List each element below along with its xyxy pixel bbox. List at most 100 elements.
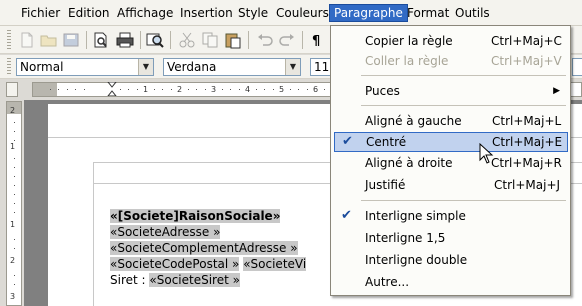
ruler-tick <box>162 89 163 90</box>
indent-marker-icon[interactable] <box>107 82 117 96</box>
document-line-complement[interactable]: «SocieteComplementAdresse » <box>110 240 298 256</box>
undo-icon[interactable] <box>256 31 274 49</box>
menu-item-shortcut: Ctrl+Maj+E <box>492 135 563 149</box>
menu-item-align-left[interactable]: Aligné à gauche Ctrl+Maj+L <box>333 111 568 131</box>
ruler-tick <box>66 89 68 90</box>
ruler-tick <box>136 89 138 90</box>
ruler-tick <box>14 131 15 132</box>
open-folder-icon[interactable] <box>40 31 58 49</box>
chevron-down-icon[interactable]: ▼ <box>138 59 153 75</box>
document-line-siret[interactable]: Siret : «SocieteSiret » <box>110 272 240 288</box>
menu-item-center[interactable]: ✔ Centré Ctrl+Maj+E <box>334 132 568 152</box>
ruler-tick <box>264 89 265 90</box>
menu-outils[interactable]: Outils <box>451 5 494 23</box>
menu-fichier[interactable]: Fichier <box>17 5 64 23</box>
cut-icon[interactable] <box>178 31 196 49</box>
copy-icon[interactable] <box>201 31 219 49</box>
toolbar-grip[interactable] <box>7 58 11 75</box>
ruler-tick <box>289 89 291 90</box>
ruler-number: 4 <box>245 85 251 94</box>
ruler-number: 1 <box>10 142 16 151</box>
menu-edition[interactable]: Edition <box>64 5 114 23</box>
print-preview-icon[interactable] <box>92 31 110 49</box>
ruler-corner[interactable] <box>6 82 18 97</box>
siret-label: Siret : <box>110 273 150 287</box>
menu-item-single-spacing[interactable]: ✔ Interligne simple <box>333 206 568 226</box>
chevron-down-icon[interactable]: ▼ <box>285 59 300 75</box>
find-replace-icon[interactable] <box>146 31 164 49</box>
toolbar-separator <box>140 31 141 49</box>
ruler-tick <box>238 89 240 90</box>
menu-item-label: Aligné à gauche <box>365 114 462 128</box>
ruler-tick <box>196 89 197 90</box>
merge-field-raison-sociale[interactable]: «[Societe]RaisonSociale» <box>110 209 281 223</box>
print-icon[interactable] <box>116 31 134 49</box>
menu-style[interactable]: Style <box>234 5 272 23</box>
merge-field-adresse[interactable]: «SocieteAdresse » <box>110 225 221 239</box>
menu-item-justify[interactable]: Justifié Ctrl+Maj+J <box>333 175 568 195</box>
menu-item-shortcut: Ctrl+Maj+R <box>491 156 562 170</box>
ruler-tick <box>49 89 51 90</box>
ruler-number: 1 <box>10 220 16 229</box>
menu-item-align-right[interactable]: Aligné à droite Ctrl+Maj+R <box>333 153 568 173</box>
save-icon[interactable] <box>62 31 80 49</box>
ruler-tick <box>14 212 15 213</box>
ruler-tick <box>58 89 59 90</box>
menu-item-bullets[interactable]: Puces ▶ <box>333 81 568 101</box>
menu-item-label: Interligne simple <box>365 209 466 223</box>
font-size-select[interactable]: 11 <box>310 58 332 76</box>
menu-item-label: Copier la règle <box>365 34 453 48</box>
merge-field-siret[interactable]: «SocieteSiret » <box>149 273 240 287</box>
ruler-tick <box>119 89 121 90</box>
submenu-arrow-icon: ▶ <box>553 86 560 96</box>
menu-couleurs[interactable]: Couleurs <box>272 5 333 23</box>
ruler-tick <box>323 89 325 90</box>
vertical-ruler[interactable]: 2 1 1 2 3 <box>6 101 22 306</box>
ruler-tick <box>306 89 308 90</box>
ruler-tick <box>170 89 172 90</box>
toolbar-separator <box>248 31 249 49</box>
ruler-tick <box>298 89 299 90</box>
toolbar-separator <box>170 31 171 49</box>
toolbar-separator <box>302 31 303 49</box>
menu-item-one-half-spacing[interactable]: Interligne 1,5 <box>333 228 568 248</box>
menu-item-label: Puces <box>365 84 400 98</box>
ruler-tick <box>75 89 76 90</box>
merge-field-complement-adresse[interactable]: «SocieteComplementAdresse » <box>110 241 298 255</box>
redo-icon[interactable] <box>278 31 296 49</box>
left-margin-guide <box>93 162 94 306</box>
menu-item-other[interactable]: Autre... <box>333 272 568 292</box>
ruler-number: 2 <box>10 256 16 265</box>
font-select-value: Verdana <box>167 60 217 74</box>
menu-item-copy-ruler[interactable]: Copier la règle Ctrl+Maj+C <box>333 31 568 51</box>
ruler-tick <box>14 248 15 249</box>
menu-item-double-spacing[interactable]: Interligne double <box>333 250 568 270</box>
font-select[interactable]: Verdana ▼ <box>163 58 301 76</box>
menu-item-paste-ruler[interactable]: Coller la règle Ctrl+Maj+V <box>333 51 568 71</box>
menu-paragraphe[interactable]: Paragraphe <box>329 4 408 22</box>
ruler-number: 5 <box>279 85 285 94</box>
document-line-code-postal[interactable]: «SocieteCodePostal » «SocieteVi <box>110 256 307 272</box>
ruler-number: 2 <box>177 85 183 94</box>
menu-insertion[interactable]: Insertion <box>176 5 237 23</box>
new-document-icon[interactable] <box>18 31 36 49</box>
checkmark-icon: ✔ <box>341 208 352 223</box>
ruler-tick <box>14 122 15 123</box>
ruler-tick <box>14 203 15 204</box>
menu-affichage[interactable]: Affichage <box>113 5 177 23</box>
document-line-adresse[interactable]: «SocieteAdresse » <box>110 224 221 240</box>
pilcrow-icon[interactable]: ¶ <box>308 31 326 49</box>
style-select[interactable]: Normal ▼ <box>16 58 154 76</box>
paste-icon[interactable] <box>224 31 242 49</box>
merge-field-code-postal[interactable]: «SocieteCodePostal » <box>110 257 240 271</box>
toolbar-overflow[interactable] <box>572 58 582 76</box>
ruler-tick <box>14 158 15 159</box>
ruler-number: 2 <box>10 106 16 115</box>
menu-format[interactable]: Format <box>403 5 453 23</box>
menu-separator <box>361 75 566 76</box>
toolbar-grip[interactable] <box>7 30 11 49</box>
menu-item-label: Aligné à droite <box>365 156 453 170</box>
document-line-raison-sociale[interactable]: «[Societe]RaisonSociale» <box>110 208 281 224</box>
merge-field-ville[interactable]: «SocieteVi <box>243 257 307 271</box>
paragraph-menu: Copier la règle Ctrl+Maj+C Coller la règ… <box>330 25 571 296</box>
